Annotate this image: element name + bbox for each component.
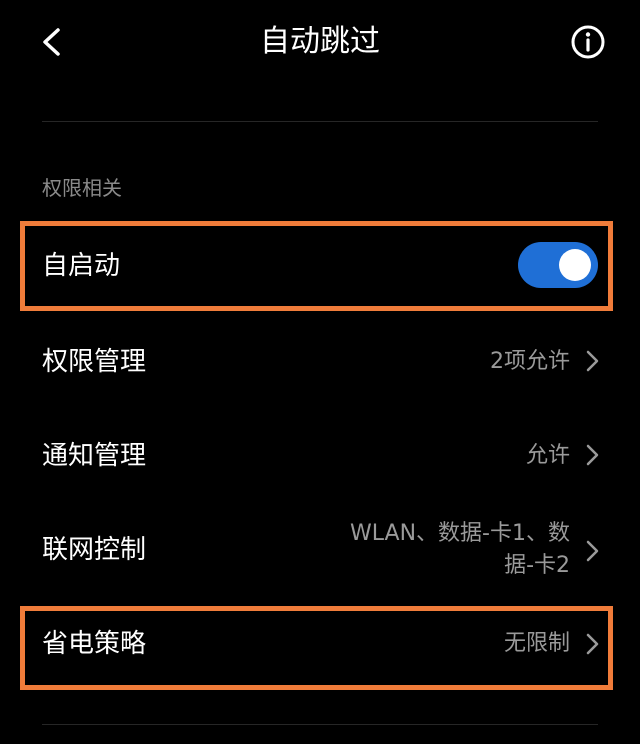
chevron-right-icon [586,444,599,466]
row-value: 2项允许 [490,349,570,374]
row-value: 无限制 [503,631,570,656]
row-label: 权限管理 [42,347,147,377]
row-label: 省电策略 [42,629,147,659]
battery-saver-row[interactable]: 省电策略 无限制 [0,604,640,688]
row-value: 允许 [525,443,570,468]
chevron-right-icon [586,350,599,372]
toggle-knob [559,249,591,281]
row-label: 通知管理 [42,441,147,471]
page-title: 自动跳过 [260,24,380,59]
info-circle-icon [571,25,605,59]
section-label: 权限相关 [42,176,122,200]
chevron-right-icon [586,540,599,562]
header-bar: 自动跳过 [0,0,640,84]
bottom-divider [42,724,598,725]
notification-management-row[interactable]: 通知管理 允许 [0,412,640,498]
autostart-toggle[interactable] [518,242,598,288]
info-button[interactable] [568,22,608,62]
row-label: 联网控制 [42,535,147,565]
row-value: WLAN、数据-卡1、数据-卡2 [350,521,570,578]
permission-management-row[interactable]: 权限管理 2项允许 [0,318,640,404]
header-divider [42,121,598,122]
chevron-right-icon [586,633,599,655]
row-label: 自启动 [42,251,121,281]
network-control-row[interactable]: 联网控制 WLAN、数据-卡1、数据-卡2 [0,506,640,596]
